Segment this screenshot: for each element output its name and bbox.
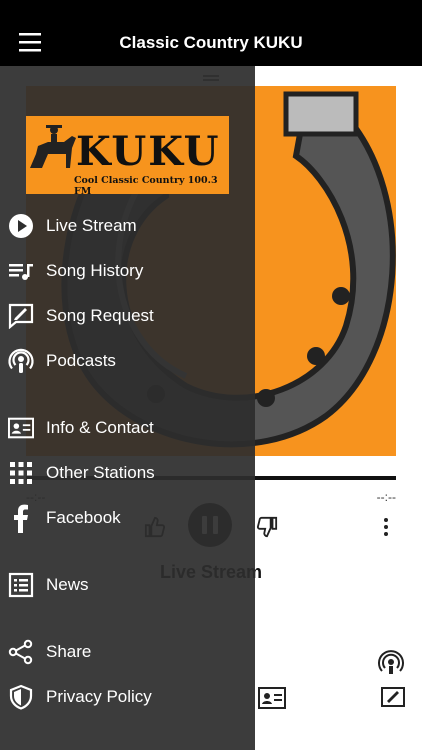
- drawer-item-facebook[interactable]: Facebook: [0, 498, 255, 538]
- request-icon: [8, 303, 34, 329]
- drawer-item-news[interactable]: News: [0, 565, 255, 605]
- page-title: Classic Country KUKU: [119, 33, 303, 52]
- podcast-icon: [8, 348, 34, 373]
- play-circle-icon: [9, 214, 33, 238]
- drawer-item-label: Facebook: [46, 508, 121, 527]
- drawer-item-label: Other Stations: [46, 463, 155, 482]
- drawer-item-label: News: [46, 575, 89, 594]
- app-header: Classic Country KUKU: [0, 0, 422, 66]
- duration-time: --:--: [376, 490, 396, 504]
- drawer-item-label: Song History: [46, 261, 144, 280]
- contact-tab-icon[interactable]: [258, 686, 286, 710]
- share-icon: [8, 639, 33, 665]
- podcast-tab-icon[interactable]: [378, 650, 404, 676]
- drawer-item-label: Share: [46, 642, 92, 661]
- drawer-item-privacy-policy[interactable]: Privacy Policy: [0, 677, 255, 717]
- drawer-item-label: Song Request: [46, 306, 154, 325]
- drawer-item-song-history[interactable]: Song History: [0, 251, 255, 291]
- drawer-item-label: Privacy Policy: [46, 687, 152, 706]
- drawer-item-live-stream[interactable]: Live Stream: [0, 206, 255, 246]
- request-tab-icon[interactable]: [381, 686, 405, 710]
- drawer-item-info-contact[interactable]: Info & Contact: [0, 408, 255, 448]
- news-icon: [8, 572, 34, 598]
- shield-icon: [9, 684, 33, 710]
- facebook-icon: [14, 504, 28, 533]
- logo-tagline: Cool Classic Country 100.3 FM: [74, 175, 218, 194]
- grid-icon: [10, 462, 32, 484]
- logo-wordmark: KUKU: [76, 128, 221, 175]
- more-options-icon[interactable]: [378, 516, 394, 538]
- station-logo: KUKU Cool Classic Country 100.3 FM: [26, 116, 229, 194]
- cowboy-rider-icon: [30, 125, 76, 168]
- drawer-item-song-request[interactable]: Song Request: [0, 296, 255, 336]
- contact-card-icon: [8, 417, 34, 439]
- drawer-item-label: Info & Contact: [46, 418, 154, 437]
- nav-drawer: KUKU Cool Classic Country 100.3 FM Live …: [0, 66, 255, 750]
- thumbs-down-icon[interactable]: [256, 516, 278, 538]
- drawer-item-label: Podcasts: [46, 351, 116, 370]
- drawer-item-label: Live Stream: [46, 216, 137, 235]
- drawer-item-other-stations[interactable]: Other Stations: [0, 453, 255, 493]
- playlist-icon: [9, 264, 33, 280]
- drawer-item-share[interactable]: Share: [0, 632, 255, 672]
- drawer-item-podcasts[interactable]: Podcasts: [0, 341, 255, 381]
